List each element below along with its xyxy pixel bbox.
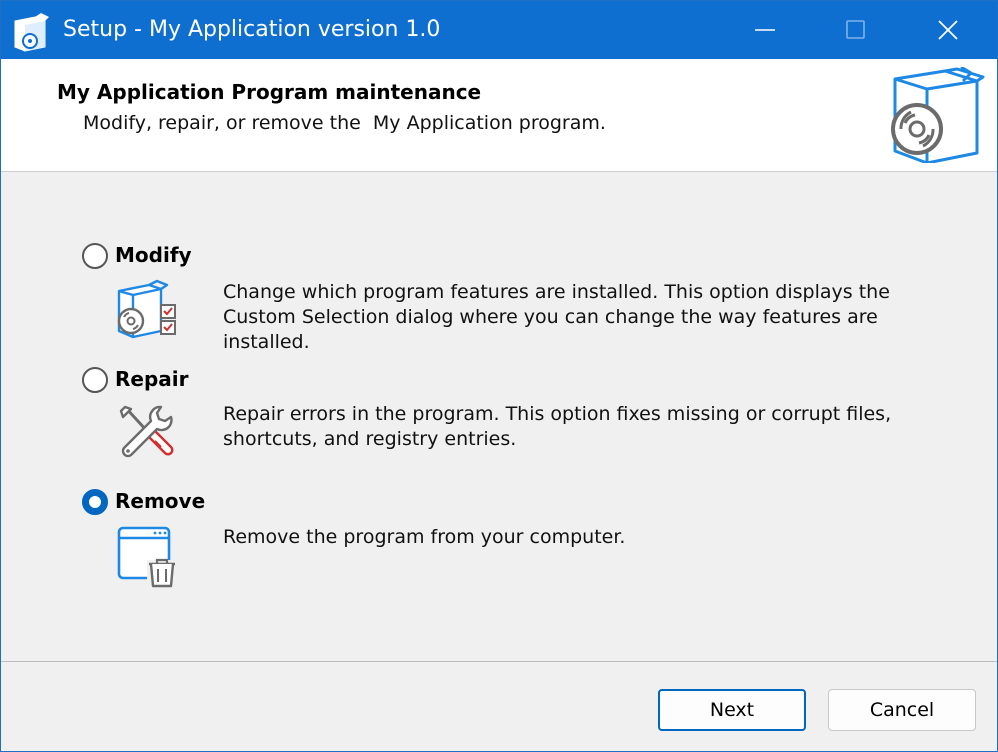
box-checklist-icon bbox=[117, 279, 176, 339]
maximize-button[interactable] bbox=[824, 1, 888, 59]
remove-radio[interactable] bbox=[82, 489, 108, 515]
wizard-header: My Application Program maintenance Modif… bbox=[1, 59, 997, 172]
modify-radio[interactable] bbox=[82, 243, 108, 269]
cancel-button[interactable]: Cancel bbox=[828, 689, 976, 731]
header-title: My Application Program maintenance bbox=[57, 80, 482, 104]
setup-window: Setup - My Application version 1.0 My Ap… bbox=[0, 0, 998, 752]
modify-label[interactable]: Modify bbox=[115, 243, 192, 267]
close-icon bbox=[938, 20, 958, 40]
software-box-icon bbox=[891, 67, 985, 163]
title-bar[interactable]: Setup - My Application version 1.0 bbox=[1, 1, 997, 59]
window-trash-icon bbox=[117, 526, 175, 588]
repair-label[interactable]: Repair bbox=[115, 367, 189, 391]
modify-description: Change which program features are instal… bbox=[223, 281, 890, 353]
repair-description: Repair errors in the program. This optio… bbox=[223, 403, 892, 450]
next-button[interactable]: Next bbox=[658, 689, 806, 731]
remove-label[interactable]: Remove bbox=[115, 489, 205, 513]
repair-radio[interactable] bbox=[82, 367, 108, 393]
setup-app-icon bbox=[14, 13, 49, 52]
close-button[interactable] bbox=[916, 1, 980, 59]
window-title: Setup - My Application version 1.0 bbox=[63, 17, 441, 42]
minimize-button[interactable] bbox=[733, 1, 797, 59]
wrench-screwdriver-icon bbox=[119, 405, 174, 458]
footer-divider bbox=[1, 661, 997, 662]
remove-description: Remove the program from your computer. bbox=[223, 526, 626, 548]
header-subtitle: Modify, repair, or remove the My Applica… bbox=[83, 112, 606, 134]
minimize-icon bbox=[755, 29, 775, 31]
maximize-icon bbox=[846, 20, 865, 39]
